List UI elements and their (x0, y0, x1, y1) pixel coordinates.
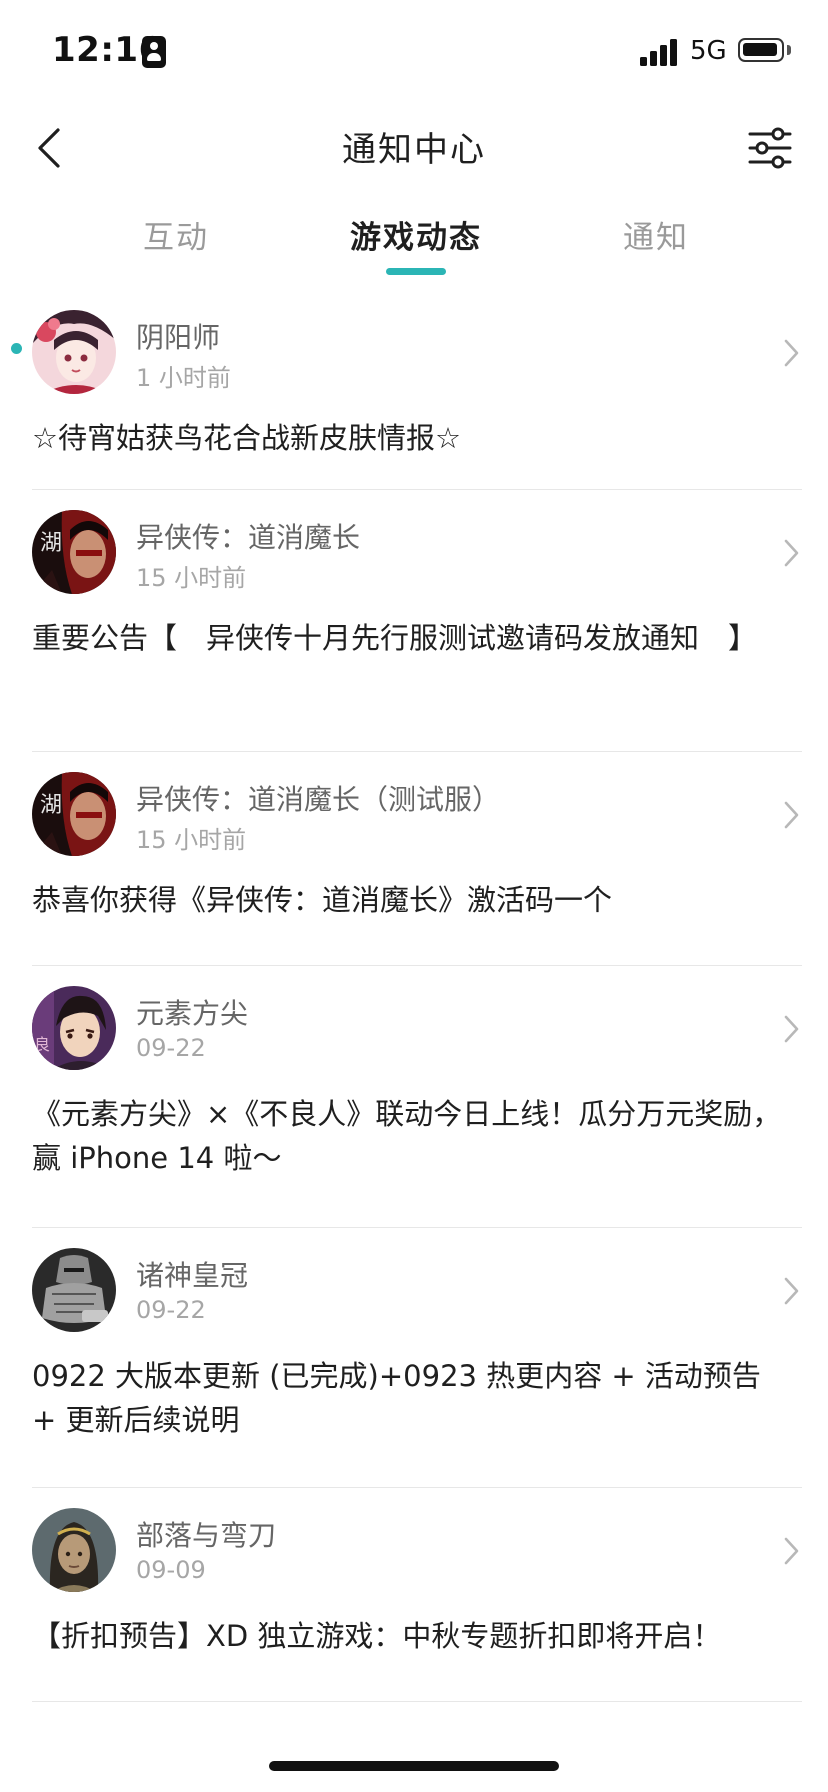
notification-list: 阴阳师 1 小时前 ☆待宵姑获鸟花合战新皮肤情报☆ 湖 异侠传：道消魔长 15 … (0, 290, 828, 1702)
contact-card-icon (142, 36, 166, 68)
avatar[interactable] (32, 310, 116, 394)
tab-game-updates[interactable]: 游戏动态 (316, 212, 516, 257)
chevron-right-icon (784, 1537, 799, 1565)
notification-message: ☆待宵姑获鸟花合战新皮肤情报☆ (32, 421, 461, 455)
game-avatar-yixiazhuan: 湖 (32, 510, 116, 594)
notification-item[interactable]: 湖 异侠传：道消魔长 15 小时前 重要公告【 异侠传十月先行服测试邀请码发放通… (0, 490, 828, 752)
timestamp: 15 小时前 (136, 564, 247, 592)
avatar[interactable]: 湖 (32, 772, 116, 856)
notification-item[interactable]: 部落与弯刀 09-09 【折扣预告】XD 独立游戏：中秋专题折扣即将开启！ (0, 1488, 828, 1702)
game-avatar-zhushen-huangguan (32, 1248, 116, 1332)
game-name: 元素方尖 (136, 997, 249, 1030)
notification-message: 0922 大版本更新 (已完成)+0923 热更内容 + 活动预告 + 更新后续… (32, 1359, 761, 1437)
notification-message: 恭喜你获得《异侠传：道消魔长》激活码一个 (32, 883, 613, 917)
notification-message: 【折扣预告】XD 独立游戏：中秋专题折扣即将开启！ (32, 1619, 722, 1653)
game-name: 诸神皇冠 (136, 1259, 249, 1292)
notification-item[interactable]: 阴阳师 1 小时前 ☆待宵姑获鸟花合战新皮肤情报☆ (0, 290, 828, 490)
cellular-signal-icon (640, 38, 680, 66)
notification-item[interactable]: 湖 异侠传：道消魔长（测试服） 15 小时前 恭喜你获得《异侠传：道消魔长》激活… (0, 752, 828, 966)
game-name: 阴阳师 (136, 321, 221, 354)
avatar[interactable] (32, 1248, 116, 1332)
notification-item[interactable]: 诸神皇冠 09-22 0922 大版本更新 (已完成)+0923 热更内容 + … (0, 1228, 828, 1488)
tab-bar: 互动 游戏动态 通知 (0, 200, 828, 280)
game-avatar-yixiazhuan-test: 湖 (32, 772, 116, 856)
notification-message: 《元素方尖》×《不良人》联动今日上线！瓜分万元奖励，赢 iPhone 14 啦～ (32, 1097, 782, 1175)
battery-icon (738, 38, 784, 62)
game-avatar-yuansu-fangjian: 良 (32, 986, 116, 1070)
chevron-right-icon (784, 801, 799, 829)
active-tab-indicator (386, 268, 446, 275)
tab-notices[interactable]: 通知 (556, 212, 756, 257)
timestamp: 15 小时前 (136, 826, 247, 854)
notification-message: 重要公告【 异侠传十月先行服测试邀请码发放通知 】 (32, 621, 758, 655)
svg-text:湖: 湖 (40, 793, 62, 818)
sliders-icon (748, 127, 792, 169)
svg-text:湖: 湖 (40, 531, 62, 556)
unread-dot (11, 343, 22, 354)
chevron-right-icon (784, 339, 799, 367)
game-avatar-onmyoji (32, 310, 116, 394)
page-title: 通知中心 (342, 130, 486, 170)
nav-bar: 通知中心 (0, 100, 828, 196)
avatar[interactable]: 湖 (32, 510, 116, 594)
avatar[interactable]: 良 (32, 986, 116, 1070)
chevron-right-icon (784, 1277, 799, 1305)
game-avatar-buluo-wandao (32, 1508, 116, 1592)
chevron-right-icon (784, 1015, 799, 1043)
game-name: 部落与弯刀 (136, 1519, 277, 1552)
timestamp: 09-22 (136, 1034, 206, 1062)
tab-interaction[interactable]: 互动 (76, 212, 276, 257)
timestamp: 1 小时前 (136, 364, 231, 392)
game-name: 异侠传：道消魔长 (136, 521, 361, 554)
chevron-right-icon (784, 539, 799, 567)
home-indicator[interactable] (269, 1761, 559, 1771)
divider (32, 1700, 802, 1702)
avatar[interactable] (32, 1508, 116, 1592)
status-bar: 12:16 5G (0, 0, 828, 100)
svg-text:良: 良 (34, 1035, 50, 1054)
battery-level (743, 43, 777, 56)
timestamp: 09-09 (136, 1556, 206, 1584)
notification-item[interactable]: 良 元素方尖 09-22 《元素方尖》×《不良人》联动今日上线！瓜分万元奖励，赢… (0, 966, 828, 1228)
network-type: 5G (690, 36, 727, 66)
game-name: 异侠传：道消魔长（测试服） (136, 783, 501, 816)
timestamp: 09-22 (136, 1296, 206, 1324)
filter-settings-button[interactable] (742, 120, 798, 176)
